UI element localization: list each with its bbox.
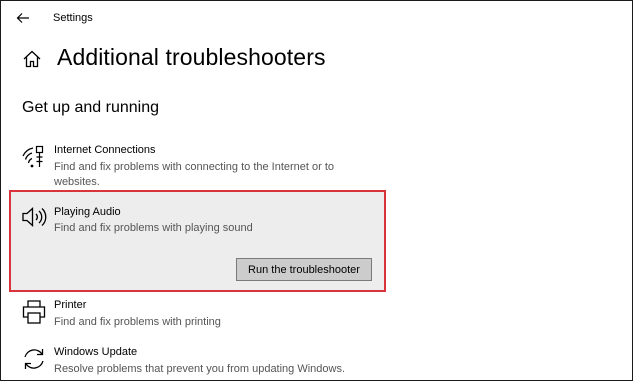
title-bar: Settings <box>1 1 632 35</box>
item-description: Find and fix problems with connecting to… <box>54 161 335 188</box>
troubleshooter-windows-update[interactable]: Windows Update Resolve problems that pre… <box>11 346 381 380</box>
item-name: Internet Connections <box>54 144 156 156</box>
troubleshooter-printer[interactable]: Printer Find and fix problems with print… <box>11 299 381 339</box>
item-name: Playing Audio <box>54 206 121 218</box>
run-troubleshooter-button[interactable]: Run the troubleshooter <box>236 258 372 281</box>
item-description: Find and fix problems with playing sound <box>54 222 253 234</box>
troubleshooter-playing-audio[interactable]: Playing Audio Find and fix problems with… <box>9 190 386 292</box>
back-arrow-icon <box>16 13 29 23</box>
page-title: Additional troubleshooters <box>57 44 326 70</box>
item-description: Find and fix problems with printing <box>54 316 221 328</box>
troubleshooter-internet-connections[interactable]: Internet Connections Find and fix proble… <box>11 144 381 192</box>
back-button[interactable] <box>13 9 33 27</box>
settings-window: Settings Additional troubleshooters Get … <box>0 0 633 381</box>
printer-icon <box>21 299 47 325</box>
app-title: Settings <box>53 12 93 24</box>
item-name: Windows Update <box>54 346 138 358</box>
item-name: Printer <box>54 299 87 311</box>
update-icon <box>21 346 47 372</box>
home-icon[interactable] <box>22 49 42 69</box>
item-description: Resolve problems that prevent you from u… <box>54 363 346 375</box>
wifi-icon <box>21 144 47 170</box>
section-title: Get up and running <box>22 99 159 116</box>
speaker-icon <box>21 204 47 230</box>
